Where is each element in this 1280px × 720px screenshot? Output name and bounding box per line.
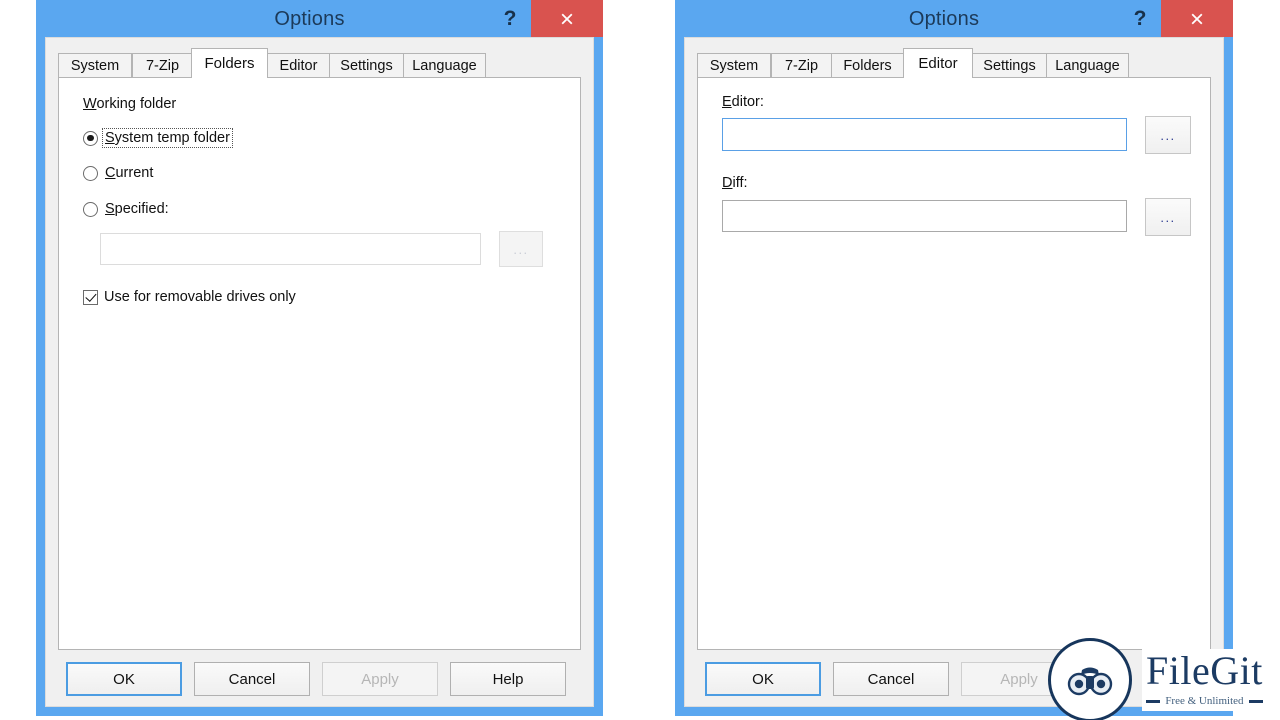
tab-language[interactable]: Language bbox=[1046, 53, 1129, 78]
specified-path-field[interactable] bbox=[100, 233, 481, 265]
title-bar-left: Options ? bbox=[36, 0, 603, 37]
radio-label-specified: Specified: bbox=[105, 201, 169, 217]
window-title-left: Options bbox=[274, 7, 345, 30]
tab-settings[interactable]: Settings bbox=[329, 53, 404, 78]
options-window-editor: Options ? System 7-Zip Folders Editor Se… bbox=[675, 0, 1233, 716]
radio-indicator-specified bbox=[83, 201, 98, 217]
checkbox-removable-drives[interactable]: Use for removable drives only bbox=[83, 289, 296, 305]
dialog-body-left: System 7-Zip Folders Editor Settings Lan… bbox=[45, 37, 594, 707]
tab-editor[interactable]: Editor bbox=[903, 48, 973, 78]
close-icon[interactable] bbox=[1161, 0, 1233, 37]
editor-browse-button[interactable]: ... bbox=[1145, 116, 1191, 154]
window-title-right: Options bbox=[908, 7, 980, 30]
button-row-right: OK Cancel Apply bbox=[697, 662, 1211, 696]
tab-system[interactable]: System bbox=[58, 53, 132, 78]
diff-path-field[interactable] bbox=[722, 200, 1127, 232]
tab-7zip[interactable]: 7-Zip bbox=[771, 53, 832, 78]
radio-label-system-temp: System temp folder bbox=[102, 128, 233, 148]
tab-folders[interactable]: Folders bbox=[191, 48, 268, 78]
tab-folders[interactable]: Folders bbox=[831, 53, 904, 78]
help-icon[interactable]: ? bbox=[1119, 0, 1161, 37]
radio-indicator-current bbox=[83, 165, 98, 181]
specified-browse-button[interactable]: ... bbox=[499, 231, 543, 267]
apply-button: Apply bbox=[322, 662, 438, 696]
screenshot-root: Options ? System 7-Zip Folders Editor Se… bbox=[0, 0, 1280, 720]
checkbox-indicator-removable bbox=[83, 289, 98, 305]
radio-system-temp-folder[interactable]: System temp folder bbox=[83, 128, 233, 148]
ok-button[interactable]: OK bbox=[705, 662, 821, 696]
ok-button[interactable]: OK bbox=[66, 662, 182, 696]
ellipsis-icon: ... bbox=[1160, 209, 1176, 225]
editor-field-label-rest: ditor: bbox=[731, 94, 764, 110]
tab-system[interactable]: System bbox=[697, 53, 771, 78]
working-folder-label-rest: orking folder bbox=[96, 96, 177, 112]
help-button[interactable]: Help bbox=[450, 662, 566, 696]
close-icon[interactable] bbox=[531, 0, 603, 37]
ellipsis-icon: ... bbox=[1160, 127, 1176, 143]
tab-7zip[interactable]: 7-Zip bbox=[132, 53, 193, 78]
editor-field-label: Editor: bbox=[722, 94, 764, 110]
diff-field-label-rest: iff: bbox=[732, 175, 748, 191]
title-bar-buttons-left: ? bbox=[489, 0, 603, 37]
cancel-button[interactable]: Cancel bbox=[194, 662, 310, 696]
tab-panel-editor: Editor: ... Diff: ... bbox=[697, 77, 1211, 650]
radio-current[interactable]: Current bbox=[83, 164, 155, 182]
tab-editor[interactable]: Editor bbox=[267, 53, 330, 78]
tab-panel-folders: Working folder System temp folder Curren… bbox=[58, 77, 581, 650]
obscured-apply-text: Apply bbox=[1222, 692, 1260, 707]
diff-browse-button[interactable]: ... bbox=[1145, 198, 1191, 236]
title-bar-right: Options ? bbox=[675, 0, 1233, 37]
checkbox-label-removable: Use for removable drives only bbox=[104, 289, 296, 305]
tab-strip-right: System 7-Zip Folders Editor Settings Lan… bbox=[697, 48, 1211, 78]
working-folder-label: Working folder bbox=[83, 96, 177, 112]
tab-settings[interactable]: Settings bbox=[972, 53, 1047, 78]
diff-field-label: Diff: bbox=[722, 175, 748, 191]
cancel-button[interactable]: Cancel bbox=[833, 662, 949, 696]
radio-indicator-system-temp bbox=[83, 130, 98, 146]
radio-specified[interactable]: Specified: bbox=[83, 200, 171, 218]
tab-strip-left: System 7-Zip Folders Editor Settings Lan… bbox=[58, 48, 581, 78]
apply-button: Apply bbox=[961, 662, 1077, 696]
tab-language[interactable]: Language bbox=[403, 53, 486, 78]
editor-path-field[interactable] bbox=[722, 118, 1127, 151]
title-bar-buttons-right: ? bbox=[1119, 0, 1233, 37]
options-window-folders: Options ? System 7-Zip Folders Editor Se… bbox=[36, 0, 603, 716]
dialog-body-right: System 7-Zip Folders Editor Settings Lan… bbox=[684, 37, 1224, 707]
ellipsis-icon: ... bbox=[513, 241, 529, 257]
radio-label-current: Current bbox=[105, 165, 154, 181]
button-row-left: OK Cancel Apply Help bbox=[58, 662, 581, 696]
help-icon[interactable]: ? bbox=[489, 0, 531, 37]
